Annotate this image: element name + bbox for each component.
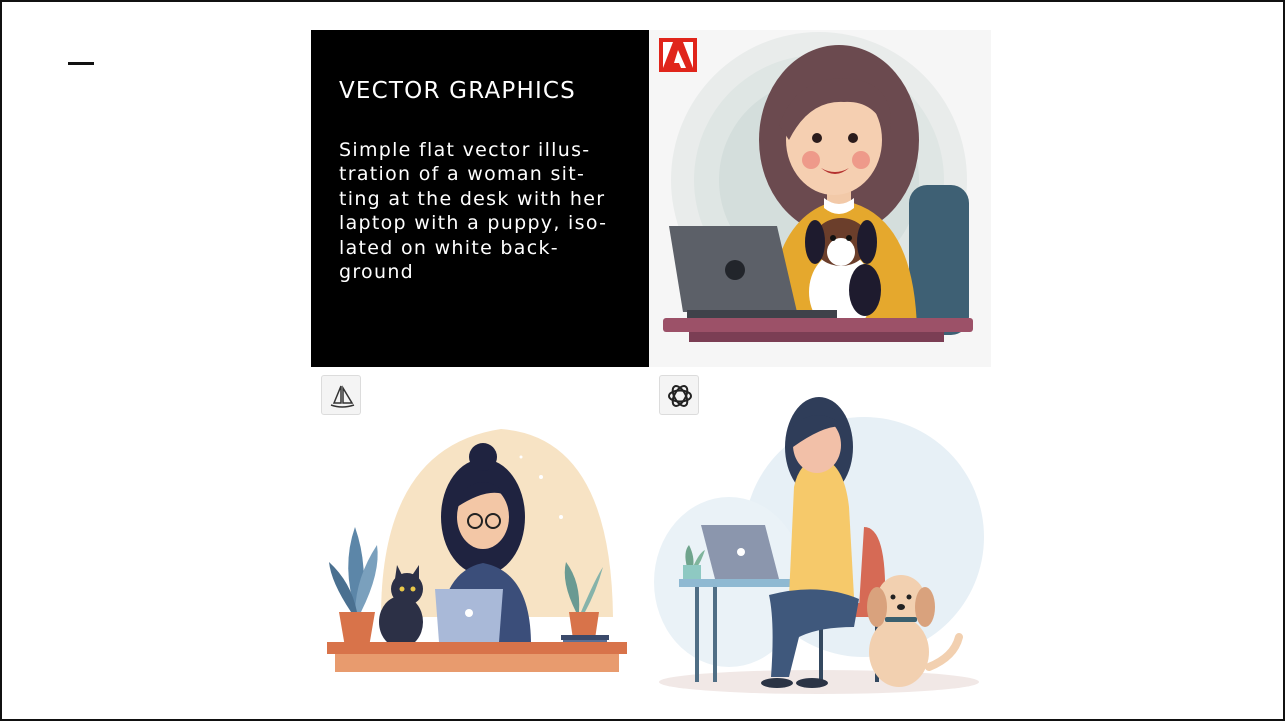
woman-with-puppy-illustration-openai: [654, 397, 984, 694]
image-grid: VECTOR GRAPHICS Simple flat vector illus…: [311, 30, 991, 702]
prompt-description: Simple flat vector illus- tration of a w…: [339, 138, 639, 284]
adobe-illustration-panel: [649, 30, 991, 367]
description-line: ground: [339, 261, 415, 284]
midjourney-logo-icon: [321, 375, 361, 415]
woman-with-cat-illustration-midjourney: [327, 429, 627, 672]
openai-logo-icon: [659, 375, 699, 415]
description-line: lated on white back-: [339, 236, 559, 259]
woman-with-puppy-illustration-adobe: [663, 32, 973, 342]
slide-dash-mark: [68, 62, 94, 65]
description-line: tration of a woman sit-: [339, 163, 586, 186]
description-line: laptop with a puppy, iso-: [339, 212, 608, 235]
slide-frame: VECTOR GRAPHICS Simple flat vector illus…: [0, 0, 1285, 721]
slide-heading: VECTOR GRAPHICS: [339, 78, 576, 104]
description-line: ting at the desk with her: [339, 187, 606, 210]
adobe-logo-icon: [659, 38, 697, 72]
description-line: Simple flat vector illus-: [339, 139, 591, 161]
prompt-text-panel: VECTOR GRAPHICS Simple flat vector illus…: [311, 30, 649, 367]
openai-illustration-panel: [649, 367, 991, 702]
midjourney-illustration-panel: [311, 367, 649, 702]
